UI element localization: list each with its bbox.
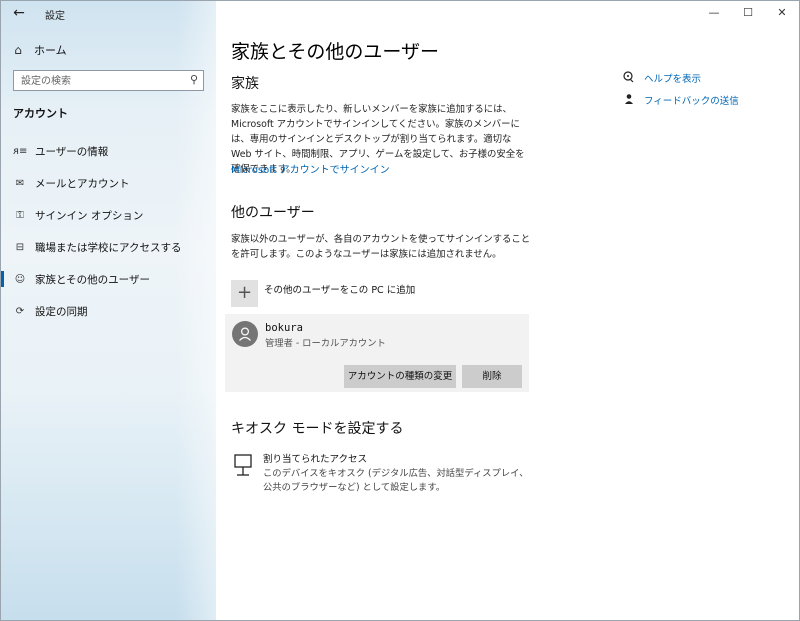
- assigned-access-row[interactable]: 割り当てられたアクセス このデバイスをキオスク (デジタル広告、対話型ディスプレ…: [233, 453, 533, 495]
- app-title: 設定: [45, 11, 65, 22]
- sidebar-item-family-other-users[interactable]: ☺ 家族とその他のユーザー: [1, 263, 216, 295]
- add-other-user-label: その他のユーザーをこの PC に追加: [264, 285, 416, 296]
- home-icon: ⌂: [14, 43, 22, 57]
- send-feedback-label: フィードバックの送信: [644, 96, 739, 107]
- sidebar-item-label: サインイン オプション: [35, 209, 144, 222]
- user-name: bokura: [265, 322, 303, 334]
- close-icon[interactable]: ✕: [765, 1, 799, 25]
- minimize-icon[interactable]: —: [697, 1, 731, 25]
- back-arrow-icon[interactable]: ←: [9, 4, 29, 22]
- sidebar-item-label: メールとアカウント: [35, 177, 130, 190]
- sidebar-item-access-work-school[interactable]: ⊟ 職場または学校にアクセスする: [1, 231, 216, 263]
- person-icon: ☺: [14, 273, 26, 285]
- assigned-access-title: 割り当てられたアクセス: [263, 454, 368, 465]
- help-links: ヘルプを表示 フィードバックの送信: [622, 67, 739, 111]
- kiosk-icon: [234, 454, 252, 476]
- search-box[interactable]: ⚲: [13, 70, 204, 91]
- help-chat-icon: [622, 70, 636, 86]
- search-input[interactable]: [21, 74, 181, 88]
- remove-button[interactable]: 削除: [462, 365, 522, 388]
- send-feedback-link[interactable]: フィードバックの送信: [622, 89, 739, 111]
- other-users-heading: 他のユーザー: [231, 205, 315, 221]
- sidebar-item-email-accounts[interactable]: ✉ メールとアカウント: [1, 167, 216, 199]
- user-info-icon: ᴙ≡: [13, 145, 28, 157]
- other-users-description: 家族以外のユーザーが、各自のアカウントを使ってサインインすることを許可します。こ…: [231, 234, 531, 260]
- get-help-link[interactable]: ヘルプを表示: [622, 67, 739, 89]
- assigned-access-description: このデバイスをキオスク (デジタル広告、対話型ディスプレイ、公共のブラウザーなど…: [263, 468, 529, 493]
- avatar: [232, 321, 258, 347]
- key-icon: ⚿: [16, 209, 24, 221]
- home-label: ホーム: [34, 44, 67, 57]
- briefcase-icon: ⊟: [15, 241, 25, 253]
- sidebar-item-label: 家族とその他のユーザー: [35, 273, 150, 286]
- user-avatar-icon: [239, 327, 251, 341]
- assigned-access-text: 割り当てられたアクセス このデバイスをキオスク (デジタル広告、対話型ディスプレ…: [263, 453, 533, 495]
- feedback-icon: [622, 93, 636, 108]
- kiosk-heading: キオスク モードを設定する: [231, 421, 404, 437]
- sidebar-section-title: アカウント: [13, 107, 68, 120]
- sidebar-item-label: ユーザーの情報: [35, 145, 109, 158]
- sidebar-item-sync-settings[interactable]: ⟳ 設定の同期: [1, 295, 216, 327]
- change-account-type-button[interactable]: アカウントの種類の変更: [344, 365, 456, 388]
- user-role: 管理者 - ローカルアカウント: [265, 338, 386, 349]
- family-heading: 家族: [231, 76, 259, 92]
- window-controls: — ☐ ✕: [697, 1, 799, 25]
- sync-icon: ⟳: [15, 305, 25, 317]
- sidebar-item-label: 設定の同期: [35, 305, 88, 318]
- home-link[interactable]: ⌂ ホーム: [11, 41, 67, 59]
- sidebar: ← 設定 ⌂ ホーム ⚲ アカウント ᴙ≡ ユーザーの情報 ✉ メールとアカウン…: [1, 1, 216, 620]
- user-card[interactable]: bokura 管理者 - ローカルアカウント アカウントの種類の変更 削除: [225, 314, 529, 392]
- sidebar-nav: ᴙ≡ ユーザーの情報 ✉ メールとアカウント ⚿ サインイン オプション ⊟ 職…: [1, 135, 216, 327]
- titlebar-left: ← 設定: [1, 1, 216, 25]
- main-content: — ☐ ✕ 家族とその他のユーザー 家族 家族をここに表示したり、新しいメンバー…: [216, 1, 799, 620]
- search-icon[interactable]: ⚲: [190, 73, 198, 86]
- sidebar-item-label: 職場または学校にアクセスする: [35, 241, 182, 254]
- add-icon[interactable]: +: [231, 280, 258, 307]
- add-other-user-row[interactable]: + その他のユーザーをこの PC に追加: [231, 280, 415, 307]
- microsoft-sign-in-link[interactable]: Microsoft アカウントでサインイン: [231, 161, 390, 176]
- sidebar-item-sign-in-options[interactable]: ⚿ サインイン オプション: [1, 199, 216, 231]
- page-title: 家族とその他のユーザー: [231, 41, 440, 63]
- settings-window: ← 設定 ⌂ ホーム ⚲ アカウント ᴙ≡ ユーザーの情報 ✉ メールとアカウン…: [0, 0, 800, 621]
- get-help-label: ヘルプを表示: [644, 74, 702, 85]
- maximize-icon[interactable]: ☐: [731, 1, 765, 25]
- mail-icon: ✉: [15, 177, 25, 189]
- sidebar-item-your-info[interactable]: ᴙ≡ ユーザーの情報: [1, 135, 216, 167]
